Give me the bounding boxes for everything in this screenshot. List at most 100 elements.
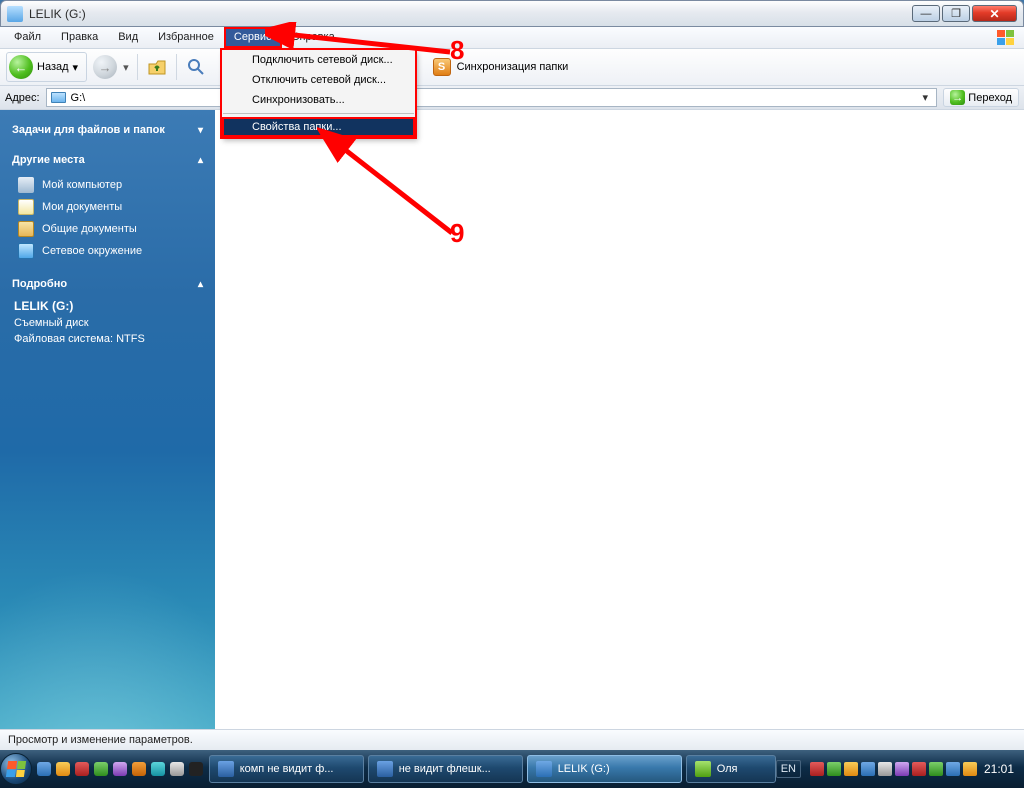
address-label: Адрес: <box>5 92 40 104</box>
menu-help[interactable]: Справка <box>282 27 345 48</box>
chevron-down-icon: ▾ <box>73 61 79 74</box>
taskbar: комп не видит ф... не видит флешк... LEL… <box>0 750 1024 788</box>
menu-disconnect-network-drive[interactable]: Отключить сетевой диск... <box>222 70 415 90</box>
tray-icon[interactable] <box>912 762 926 776</box>
menubar: Файл Правка Вид Избранное Сервис Справка <box>0 27 1024 49</box>
task-label: LELIK (G:) <box>558 763 610 775</box>
back-button[interactable]: ← Назад ▾ <box>6 52 87 82</box>
ql-icon-8[interactable] <box>168 757 186 781</box>
sidebar-details-label: Подробно <box>12 278 67 290</box>
start-button[interactable] <box>0 750 33 788</box>
toolbar: ← Назад ▾ → ▾ S Синхронизация папки <box>0 49 1024 86</box>
chat-icon <box>695 761 711 777</box>
task-label: не видит флешк... <box>399 763 491 775</box>
menu-favorites[interactable]: Избранное <box>148 27 224 48</box>
clock[interactable]: 21:01 <box>984 762 1014 776</box>
network-icon <box>18 243 34 259</box>
separator <box>137 54 138 80</box>
details-filesystem: Файловая система: NTFS <box>14 333 145 345</box>
task-label: комп не видит ф... <box>240 763 334 775</box>
chevron-down-icon[interactable]: ▾ <box>123 61 129 74</box>
separator <box>176 54 177 80</box>
address-dropdown-icon[interactable]: ▾ <box>918 91 932 104</box>
menu-file[interactable]: Файл <box>4 27 51 48</box>
word-icon <box>218 761 234 777</box>
ql-icon-5[interactable] <box>111 757 129 781</box>
shared-folder-icon <box>18 221 34 237</box>
menu-folder-options[interactable]: Свойства папки... <box>222 117 415 137</box>
ql-icon-6[interactable] <box>130 757 148 781</box>
go-arrow-icon: → <box>950 90 965 105</box>
sidebar-details: LELIK (G:) Съемный диск Файловая система… <box>0 292 215 347</box>
status-text: Просмотр и изменение параметров. <box>8 734 193 746</box>
drive-icon <box>7 6 23 22</box>
sync-icon: S <box>433 58 451 76</box>
ql-icon-9[interactable] <box>187 757 205 781</box>
address-path: G:\ <box>71 92 914 104</box>
chevron-up-icon: ▴ <box>198 279 203 290</box>
tray-icon[interactable] <box>827 762 841 776</box>
menu-view[interactable]: Вид <box>108 27 148 48</box>
tray-icon[interactable] <box>844 762 858 776</box>
menu-tools[interactable]: Сервис <box>224 27 282 48</box>
sidebar-item-label: Мои документы <box>42 201 122 213</box>
sidebar-places-header[interactable]: Другие места ▴ <box>0 152 215 168</box>
sidebar-item-label: Сетевое окружение <box>42 245 142 257</box>
tray-icon[interactable] <box>861 762 875 776</box>
minimize-button[interactable]: — <box>912 5 940 22</box>
sidebar-item-my-documents[interactable]: Мои документы <box>0 196 215 218</box>
task-word-1[interactable]: комп не видит ф... <box>209 755 364 783</box>
tray-icon[interactable] <box>963 762 977 776</box>
window-title: LELIK (G:) <box>29 7 86 21</box>
back-label: Назад <box>37 61 69 73</box>
tray-icon[interactable] <box>878 762 892 776</box>
address-input[interactable]: G:\ ▾ <box>46 88 938 107</box>
sidebar-item-shared-documents[interactable]: Общие документы <box>0 218 215 240</box>
tray-icon[interactable] <box>929 762 943 776</box>
ql-icon-7[interactable] <box>149 757 167 781</box>
system-tray: EN 21:01 <box>776 760 1020 778</box>
sidebar-tasks-header[interactable]: Задачи для файлов и папок ▾ <box>0 122 215 138</box>
drive-icon <box>536 761 552 777</box>
task-explorer[interactable]: LELIK (G:) <box>527 755 682 783</box>
sidebar-details-header[interactable]: Подробно ▴ <box>0 276 215 292</box>
maximize-button[interactable]: ❐ <box>942 5 970 22</box>
search-icon[interactable] <box>185 56 207 78</box>
language-indicator[interactable]: EN <box>776 760 801 778</box>
address-bar: Адрес: G:\ ▾ → Переход <box>0 86 1024 110</box>
ql-icon-2[interactable] <box>54 757 72 781</box>
ql-icon-3[interactable] <box>73 757 91 781</box>
sidebar-places-label: Другие места <box>12 154 85 166</box>
task-word-2[interactable]: не видит флешк... <box>368 755 523 783</box>
computer-icon <box>18 177 34 193</box>
forward-button[interactable]: → <box>93 55 117 79</box>
documents-icon <box>18 199 34 215</box>
chevron-up-icon: ▴ <box>198 155 203 166</box>
windows-logo-icon <box>992 27 1020 48</box>
sidebar: Задачи для файлов и папок ▾ Другие места… <box>0 110 215 729</box>
sidebar-item-my-computer[interactable]: Мой компьютер <box>0 174 215 196</box>
sidebar-item-label: Общие документы <box>42 223 137 235</box>
tray-icon[interactable] <box>895 762 909 776</box>
sync-folder-button[interactable]: S Синхронизация папки <box>433 58 569 76</box>
tray-icon[interactable] <box>946 762 960 776</box>
sync-folder-label: Синхронизация папки <box>457 61 569 73</box>
up-folder-icon[interactable] <box>146 56 168 78</box>
menu-map-network-drive[interactable]: Подключить сетевой диск... <box>222 50 415 70</box>
ql-icon-4[interactable] <box>92 757 110 781</box>
go-button[interactable]: → Переход <box>943 88 1019 107</box>
status-bar: Просмотр и изменение параметров. <box>0 729 1024 750</box>
menu-synchronize[interactable]: Синхронизовать... <box>222 90 415 110</box>
close-button[interactable]: ✕ <box>972 5 1017 22</box>
task-chat[interactable]: Оля <box>686 755 776 783</box>
ql-icon-1[interactable] <box>35 757 53 781</box>
sidebar-tasks-label: Задачи для файлов и папок <box>12 124 165 136</box>
tray-icon[interactable] <box>810 762 824 776</box>
word-icon <box>377 761 393 777</box>
sidebar-item-network[interactable]: Сетевое окружение <box>0 240 215 262</box>
menu-edit[interactable]: Правка <box>51 27 108 48</box>
quick-launch <box>35 757 205 781</box>
back-arrow-icon: ← <box>9 55 33 79</box>
go-label: Переход <box>968 92 1012 104</box>
chevron-down-icon: ▾ <box>198 125 203 136</box>
